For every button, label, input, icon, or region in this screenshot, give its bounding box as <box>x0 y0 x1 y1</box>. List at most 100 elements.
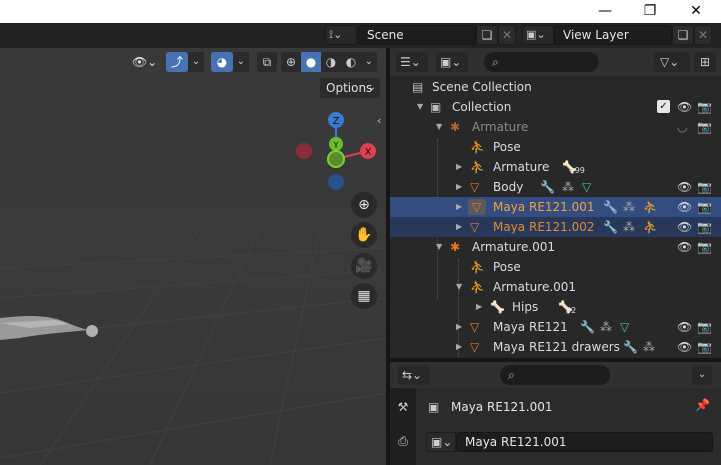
outliner-row-maya-re121-002[interactable]: ▶ ▽ Maya RE121.002 🔧 ⁂ ⛹ 👁 📷 <box>390 217 721 237</box>
zoom-button[interactable]: ⊕ <box>351 192 377 218</box>
outliner-row-maya-re121[interactable]: ▶ ▽ Maya RE121 🔧 ⁂ ▽ 👁 📷 <box>390 317 721 337</box>
outliner-row-pose[interactable]: ⛹ Pose <box>390 137 721 157</box>
collapse-arrow-icon[interactable]: ▼ <box>436 117 442 137</box>
data-name-field[interactable]: Maya RE121.001 <box>456 432 713 452</box>
properties-options-dropdown[interactable]: ⌄ <box>692 365 712 385</box>
eye-icon[interactable]: 👁 <box>677 237 692 257</box>
close-window-button[interactable]: ✕ <box>673 0 719 23</box>
vertex-groups-icon: ⁂ <box>623 220 635 234</box>
eye-icon[interactable]: 👁 <box>677 197 692 217</box>
editor-type-dropdown[interactable]: ☰⌄ <box>396 52 428 72</box>
new-scene-button[interactable]: ❏ <box>476 25 498 45</box>
expand-arrow-icon[interactable]: ▶ <box>456 317 462 337</box>
collapse-arrow-icon[interactable]: ▼ <box>417 97 423 117</box>
row-label: Body <box>493 180 524 194</box>
tool-tab[interactable]: ⚒ <box>394 400 412 418</box>
eye-icon[interactable]: 👁 <box>677 337 692 357</box>
scene-icon: ⟟⌄ <box>329 28 343 41</box>
new-collection-button[interactable]: ⊞ <box>694 52 716 72</box>
camera-render-icon[interactable]: 📷 <box>697 97 712 117</box>
outliner-row-armature-data[interactable]: ▶ ⛹ Armature 🦴 +99 <box>390 157 721 177</box>
outliner-row-armature-001-data[interactable]: ▼ ⛹ Armature.001 <box>390 277 721 297</box>
camera-render-icon[interactable]: 📷 <box>697 317 712 337</box>
close-icon: ✕ <box>501 28 513 42</box>
gizmo-dropdown[interactable]: ⌄ <box>188 52 204 72</box>
editor-type-dropdown[interactable]: ⇆⌄ <box>398 365 430 385</box>
outliner-row-maya-re121-001[interactable]: ▶ ▽ Maya RE121.001 🔧 ⁂ ⛹ 👁 📷 <box>390 197 721 217</box>
outliner-row-armature[interactable]: ▼ ✱ Armature ◡ 📷 <box>390 117 721 137</box>
expand-arrow-icon[interactable]: ▶ <box>456 217 462 237</box>
render-tab[interactable]: ⎙ <box>394 434 412 452</box>
object-name-label: Maya RE121.001 <box>451 400 553 414</box>
perspective-toggle-button[interactable]: ▦ <box>351 283 377 309</box>
display-mode-dropdown[interactable]: ▣⌄ <box>436 52 468 72</box>
gizmo-neg-z-axis <box>328 174 344 190</box>
tool-icon: ⚒ <box>397 400 409 414</box>
view-layer-name-field[interactable]: View Layer <box>554 25 672 45</box>
delete-view-layer-button[interactable]: ✕ <box>694 25 712 45</box>
new-view-layer-button[interactable]: ❏ <box>672 25 694 45</box>
maximize-button[interactable]: ❐ <box>627 0 673 23</box>
options-dropdown[interactable]: Options ⌄ <box>320 78 380 98</box>
material-sphere-icon: ◑ <box>325 55 337 69</box>
camera-render-icon[interactable]: 📷 <box>697 197 712 217</box>
scene-name-field[interactable]: Scene <box>358 25 476 45</box>
pose-icon: ⛹ <box>470 260 485 274</box>
xray-toggle-button[interactable]: ⧉ <box>257 52 277 72</box>
pan-button[interactable]: ✋ <box>351 222 377 248</box>
camera-view-button[interactable]: 🎥 <box>351 253 377 279</box>
minimize-button[interactable]: — <box>582 0 628 23</box>
delete-scene-button[interactable]: ✕ <box>498 25 516 45</box>
outliner-row-collection[interactable]: ▼ ▣ Collection ✓ 👁 📷 <box>390 97 721 117</box>
eye-icon[interactable]: 👁 <box>677 317 692 337</box>
outliner-row-armature-001[interactable]: ▼ ✱ Armature.001 👁 📷 <box>390 237 721 257</box>
camera-render-icon[interactable]: 📷 <box>697 217 712 237</box>
rendered-shading-button[interactable]: ◐ <box>341 52 361 72</box>
properties-header: ⇆⌄ ⌕ ⌄ <box>390 362 721 388</box>
eye-closed-icon[interactable]: ◡ <box>677 117 687 137</box>
expand-arrow-icon[interactable]: ▶ <box>456 337 462 357</box>
solid-shading-button[interactable]: ● <box>301 52 321 72</box>
exclude-checkbox[interactable]: ✓ <box>657 100 670 113</box>
expand-arrow-icon[interactable]: ▶ <box>456 177 462 197</box>
outliner-row-pose-2[interactable]: ⛹ Pose <box>390 257 721 277</box>
eye-icon[interactable]: 👁 <box>677 217 692 237</box>
scene-selector-dropdown[interactable]: ⟟⌄ <box>325 25 357 45</box>
camera-render-icon[interactable]: 📷 <box>697 337 712 357</box>
collapse-arrow-icon[interactable]: ▼ <box>436 237 442 257</box>
gizmo-toggle-button[interactable]: ⤴ <box>166 52 188 72</box>
visibility-dropdown[interactable]: 👁⌄ <box>132 52 162 72</box>
camera-render-icon[interactable]: 📷 <box>697 237 712 257</box>
shading-dropdown[interactable]: ⌄ <box>361 52 377 72</box>
outliner-row-hips[interactable]: ▶ 🦴 Hips 🦴 42 <box>390 297 721 317</box>
collapse-arrow-icon[interactable]: ▼ <box>456 277 462 297</box>
outliner-row-maya-re121-drawers[interactable]: ▶ ▽ Maya RE121 drawers 🔧 ⁂ 👁 📷 <box>390 337 721 357</box>
top-header: ⟟⌄ Scene ❏ ✕ ▣⌄ View Layer ❏ ✕ <box>0 23 721 48</box>
camera-render-icon[interactable]: 📷 <box>697 117 712 137</box>
outliner-row-scene-collection[interactable]: ▤ Scene Collection <box>390 77 721 97</box>
outliner-row-body[interactable]: ▶ ▽ Body 🔧 ⁂ ▽ 👁 📷 <box>390 177 721 197</box>
wireframe-shading-button[interactable]: ⊕ <box>281 52 301 72</box>
overlays-dropdown[interactable]: ⌄ <box>233 52 249 72</box>
view-layer-selector-dropdown[interactable]: ▣⌄ <box>522 25 554 45</box>
expand-arrow-icon[interactable]: ▶ <box>456 157 462 177</box>
eye-icon[interactable]: 👁 <box>677 177 692 197</box>
properties-search-input[interactable]: ⌕ <box>500 365 610 385</box>
material-shading-button[interactable]: ◑ <box>321 52 341 72</box>
chevron-down-icon: ⌄ <box>364 56 374 67</box>
row-label: Collection <box>452 100 512 114</box>
navigation-gizmo[interactable]: Z X Y <box>290 106 386 206</box>
expand-arrow-icon[interactable]: ▶ <box>456 197 462 217</box>
eye-icon[interactable]: 👁 <box>677 97 692 117</box>
expand-arrow-icon[interactable]: ▶ <box>476 297 482 317</box>
window-title-bar: — ❐ ✕ <box>0 0 721 23</box>
camera-render-icon[interactable]: 📷 <box>697 177 712 197</box>
outliner-search-input[interactable]: ⌕ <box>484 52 599 72</box>
filter-dropdown[interactable]: ▽⌄ <box>654 52 690 72</box>
mesh-object-icon: ▽ <box>470 220 480 234</box>
data-browse-dropdown[interactable]: ▣⌄ <box>426 432 456 452</box>
armature-data-icon: ⛹ <box>470 280 485 294</box>
overlays-toggle-button[interactable]: ◕ <box>211 52 233 72</box>
3d-viewport[interactable]: 👁⌄ ⤴ ⌄ ◕ ⌄ ⧉ ⊕ ● ◑ ◐ ⌄ Options ⌄ ‹ Z X Y … <box>0 48 386 465</box>
pin-icon[interactable]: 📌 <box>695 398 711 414</box>
